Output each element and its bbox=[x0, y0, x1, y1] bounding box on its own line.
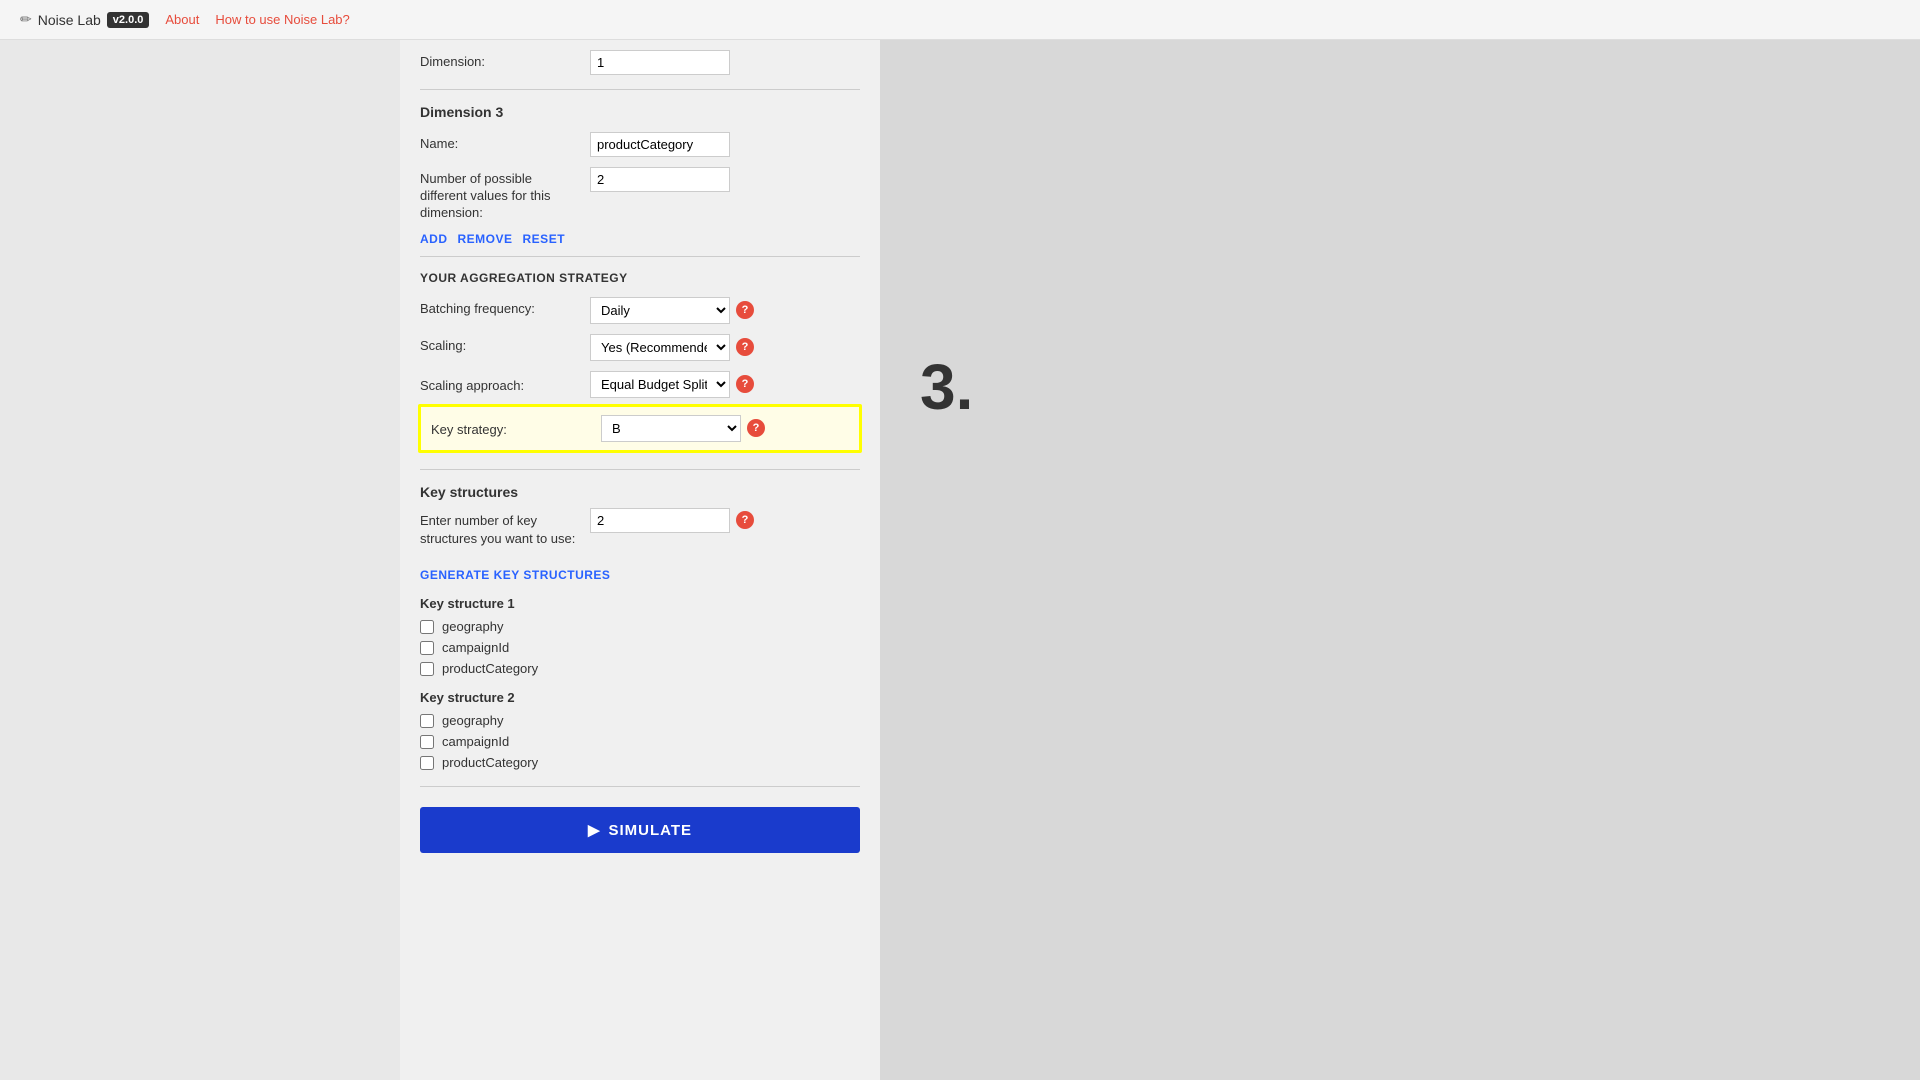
ks1-geography-checkbox[interactable] bbox=[420, 620, 434, 634]
ks2-campaignid-label: campaignId bbox=[442, 734, 509, 749]
dimension3-count-input[interactable] bbox=[590, 167, 730, 192]
scaling-row: Scaling: Yes (Recommended) No ? bbox=[420, 334, 860, 361]
scaling-label: Scaling: bbox=[420, 334, 580, 355]
dimension3-count-label: Number of possible different values for … bbox=[420, 167, 580, 222]
annotation-number: 3. bbox=[920, 350, 973, 424]
scaling-help-icon[interactable]: ? bbox=[736, 338, 754, 356]
ks1-productcategory-checkbox[interactable] bbox=[420, 662, 434, 676]
scaling-approach-select[interactable]: Equal Budget Split bbox=[590, 371, 730, 398]
main-content-wrapper: Dimension: Dimension 3 Name: Number of p… bbox=[400, 40, 880, 1080]
key-strategy-row: Key strategy: A B C ? bbox=[431, 415, 849, 442]
ks2-geography-item: geography bbox=[420, 713, 860, 728]
dimension3-name-row: Name: bbox=[420, 132, 860, 157]
ks1-campaignid-item: campaignId bbox=[420, 640, 860, 655]
simulate-label: SIMULATE bbox=[608, 822, 692, 839]
remove-link[interactable]: REMOVE bbox=[458, 232, 513, 246]
ks1-campaignid-checkbox[interactable] bbox=[420, 641, 434, 655]
dimension3-section: Dimension 3 Name: Number of possible dif… bbox=[420, 90, 860, 257]
ks1-productcategory-label: productCategory bbox=[442, 661, 538, 676]
version-badge: v2.0.0 bbox=[107, 12, 150, 28]
ks2-geography-label: geography bbox=[442, 713, 503, 728]
batching-select-wrapper: Daily Weekly Monthly ? bbox=[590, 297, 754, 324]
key-strategy-select-wrapper: A B C ? bbox=[601, 415, 765, 442]
key-structure-1-title: Key structure 1 bbox=[420, 596, 860, 611]
dimension-top-label: Dimension: bbox=[420, 50, 580, 71]
dimension3-name-label: Name: bbox=[420, 132, 580, 153]
ks2-productcategory-checkbox[interactable] bbox=[420, 756, 434, 770]
scaling-approach-row: Scaling approach: Equal Budget Split ? bbox=[420, 371, 860, 398]
simulate-section: ▶ SIMULATE bbox=[420, 787, 860, 863]
app-logo: ✏ Noise Lab v2.0.0 bbox=[20, 11, 149, 28]
key-strategy-highlight-box: Key strategy: A B C ? bbox=[418, 404, 862, 453]
aggregation-section: YOUR AGGREGATION STRATEGY Batching frequ… bbox=[420, 257, 860, 470]
key-structures-count-wrapper: ? bbox=[590, 508, 754, 533]
key-structures-help-icon[interactable]: ? bbox=[736, 511, 754, 529]
batching-row: Batching frequency: Daily Weekly Monthly… bbox=[420, 297, 860, 324]
key-structures-section: Key structures Enter number of key struc… bbox=[420, 470, 860, 787]
batching-help-icon[interactable]: ? bbox=[736, 301, 754, 319]
key-strategy-help-icon[interactable]: ? bbox=[747, 419, 765, 437]
add-link[interactable]: ADD bbox=[420, 232, 448, 246]
ks1-campaignid-label: campaignId bbox=[442, 640, 509, 655]
scaling-approach-select-wrapper: Equal Budget Split ? bbox=[590, 371, 754, 398]
dimension3-title: Dimension 3 bbox=[420, 104, 860, 120]
pencil-icon: ✏ bbox=[20, 11, 32, 28]
simulate-icon: ▶ bbox=[588, 821, 601, 839]
ks2-campaignid-checkbox[interactable] bbox=[420, 735, 434, 749]
key-structures-title: Key structures bbox=[420, 484, 860, 500]
key-structure-2-title: Key structure 2 bbox=[420, 690, 860, 705]
key-structures-count-row: Enter number of key structures you want … bbox=[420, 508, 860, 558]
scrollable-area[interactable]: Dimension: Dimension 3 Name: Number of p… bbox=[400, 40, 880, 1080]
generate-key-structures-link[interactable]: GENERATE KEY STRUCTURES bbox=[420, 568, 860, 582]
aggregation-title: YOUR AGGREGATION STRATEGY bbox=[420, 271, 860, 285]
key-structures-desc: Enter number of key structures you want … bbox=[420, 508, 580, 548]
topbar: ✏ Noise Lab v2.0.0 About How to use Nois… bbox=[0, 0, 1920, 40]
key-structure-1-block: Key structure 1 geography campaignId pro… bbox=[420, 596, 860, 676]
ks2-geography-checkbox[interactable] bbox=[420, 714, 434, 728]
ks2-productcategory-item: productCategory bbox=[420, 755, 860, 770]
dimension-top-partial: Dimension: bbox=[420, 40, 860, 90]
dimension3-action-links: ADD REMOVE RESET bbox=[420, 232, 860, 246]
dimension3-name-input[interactable] bbox=[590, 132, 730, 157]
scaling-approach-help-icon[interactable]: ? bbox=[736, 375, 754, 393]
ks1-geography-item: geography bbox=[420, 619, 860, 634]
scaling-select[interactable]: Yes (Recommended) No bbox=[590, 334, 730, 361]
simulate-button[interactable]: ▶ SIMULATE bbox=[420, 807, 860, 853]
ks2-productcategory-label: productCategory bbox=[442, 755, 538, 770]
ks2-campaignid-item: campaignId bbox=[420, 734, 860, 749]
scaling-select-wrapper: Yes (Recommended) No ? bbox=[590, 334, 754, 361]
key-strategy-label: Key strategy: bbox=[431, 418, 591, 439]
scaling-approach-label: Scaling approach: bbox=[420, 374, 580, 395]
about-link[interactable]: About bbox=[165, 12, 199, 27]
key-strategy-select[interactable]: A B C bbox=[601, 415, 741, 442]
batching-select[interactable]: Daily Weekly Monthly bbox=[590, 297, 730, 324]
ks1-productcategory-item: productCategory bbox=[420, 661, 860, 676]
reset-link[interactable]: RESET bbox=[523, 232, 566, 246]
right-panel bbox=[880, 40, 1920, 1080]
howto-link[interactable]: How to use Noise Lab? bbox=[215, 12, 349, 27]
ks1-geography-label: geography bbox=[442, 619, 503, 634]
app-name: Noise Lab bbox=[38, 12, 101, 28]
batching-label: Batching frequency: bbox=[420, 297, 580, 318]
key-structure-2-block: Key structure 2 geography campaignId pro… bbox=[420, 690, 860, 770]
dimension3-count-row: Number of possible different values for … bbox=[420, 167, 860, 222]
dimension-top-input[interactable] bbox=[590, 50, 730, 75]
key-structures-count-input[interactable] bbox=[590, 508, 730, 533]
